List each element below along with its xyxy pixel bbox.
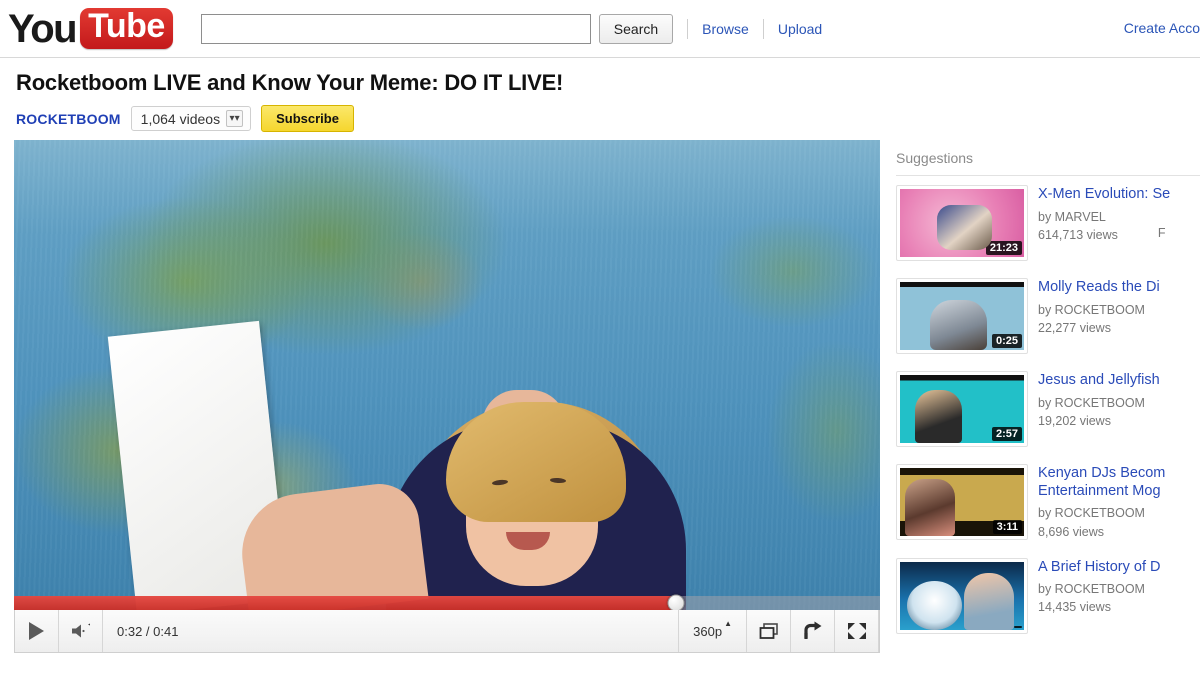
upload-link[interactable]: Upload xyxy=(778,21,822,37)
video-header: Rocketboom LIVE and Know Your Meme: DO I… xyxy=(0,58,1200,132)
thumbnail-image: 0:25 xyxy=(900,282,1024,350)
suggestion-author: by ROCKETBOOM xyxy=(1038,506,1145,521)
presenter-hair-front xyxy=(446,402,626,522)
suggestion-meta: Jesus and Jellyfish by ROCKETBOOM 19,202… xyxy=(1038,371,1160,447)
header-divider-1 xyxy=(687,18,689,39)
suggestion-meta: Kenyan DJs Becom Entertainment Mog by RO… xyxy=(1038,464,1200,541)
thumbnail-image: 21:23 xyxy=(900,189,1024,257)
player-controls: 0:32 / 0:41 360p ▲ xyxy=(14,610,880,653)
logo-you-text: You xyxy=(8,6,78,51)
suggestion-meta: A Brief History of D by ROCKETBOOM 14,43… xyxy=(1038,558,1160,634)
video-thumbnail[interactable] xyxy=(896,557,1028,634)
video-thumbnail[interactable]: 2:57 xyxy=(896,371,1028,447)
suggestion-meta: X-Men Evolution: Se by MARVEL 614,713 vi… xyxy=(1038,185,1170,261)
suggestion-author: by ROCKETBOOM xyxy=(1038,395,1145,410)
suggestions-title: Suggestions xyxy=(896,146,1200,176)
search-button[interactable]: Search xyxy=(598,13,674,44)
suggestion-author: by MARVEL xyxy=(1038,209,1106,224)
suggestion-author: by ROCKETBOOM xyxy=(1038,582,1145,597)
list-item[interactable]: 21:23 X-Men Evolution: Se by MARVEL 614,… xyxy=(896,176,1200,269)
chevron-down-icon[interactable]: ▾▾ xyxy=(226,110,244,127)
subscribe-button[interactable]: Subscribe xyxy=(261,105,354,132)
fullscreen-button[interactable] xyxy=(835,610,879,652)
popout-window-icon xyxy=(759,623,778,639)
suggestion-title-link[interactable]: Jesus and Jellyfish xyxy=(1038,372,1160,390)
video-thumbnail[interactable]: 3:11 xyxy=(896,464,1028,540)
suggestion-extra: F xyxy=(1157,225,1166,240)
share-button[interactable] xyxy=(791,610,835,652)
suggestion-title-link[interactable]: Molly Reads the Di xyxy=(1038,279,1160,297)
volume-icon xyxy=(71,623,90,638)
popout-button[interactable] xyxy=(747,610,791,652)
suggestion-title-link[interactable]: X-Men Evolution: Se xyxy=(1038,186,1170,204)
thumbnail-image: 3:11 xyxy=(900,468,1024,536)
progress-bar-fill xyxy=(14,596,677,610)
site-header: You Tube Search Browse Upload Create Acc… xyxy=(0,0,1200,58)
caret-up-icon: ▲ xyxy=(724,619,732,628)
progress-scrubber-handle[interactable] xyxy=(667,594,685,610)
suggestion-views: 19,202 views xyxy=(1038,413,1111,428)
suggestion-title-link[interactable]: Kenyan DJs Becom Entertainment Mog xyxy=(1038,465,1200,500)
quality-label: 360p xyxy=(693,623,723,639)
suggestion-views: 14,435 views xyxy=(1038,600,1111,615)
list-item[interactable]: 3:11 Kenyan DJs Becom Entertainment Mog … xyxy=(896,455,1200,549)
thumbnail-image: 2:57 xyxy=(900,375,1024,443)
suggestion-meta: Molly Reads the Di by ROCKETBOOM 22,277 … xyxy=(1038,278,1160,354)
suggestion-views: 22,277 views xyxy=(1038,320,1111,335)
header-right-group: Create Acco xyxy=(1124,20,1200,38)
video-thumbnail[interactable]: 0:25 xyxy=(896,278,1028,354)
duration-badge xyxy=(1014,625,1022,628)
video-thumbnail[interactable]: 21:23 xyxy=(896,185,1028,261)
duration-badge: 2:57 xyxy=(991,427,1022,441)
header-divider-2 xyxy=(762,18,764,39)
video-count-label: 1,064 videos xyxy=(140,110,221,127)
suggestion-author: by ROCKETBOOM xyxy=(1038,302,1145,317)
share-arrow-icon xyxy=(803,621,821,639)
duration-badge: 21:23 xyxy=(985,241,1022,255)
list-item[interactable]: A Brief History of D by ROCKETBOOM 14,43… xyxy=(896,549,1200,642)
volume-button[interactable] xyxy=(59,610,103,652)
suggestion-stats: 614,713 views F xyxy=(1038,226,1170,244)
progress-bar[interactable] xyxy=(14,594,880,610)
page-title: Rocketboom LIVE and Know Your Meme: DO I… xyxy=(16,70,564,95)
video-stage[interactable]: WORLD xyxy=(14,140,880,610)
list-item[interactable]: 0:25 Molly Reads the Di by ROCKETBOOM 22… xyxy=(896,269,1200,362)
time-display: 0:32 / 0:41 xyxy=(103,610,680,652)
thumbnail-image xyxy=(900,561,1024,630)
duration-badge: 3:11 xyxy=(992,520,1022,534)
suggestions-panel: Suggestions 21:23 X-Men Evolution: Se by… xyxy=(896,140,1200,653)
channel-row: ROCKETBOOM 1,064 videos ▾▾ Subscribe xyxy=(16,105,1200,132)
channel-name-link[interactable]: ROCKETBOOM xyxy=(16,111,121,127)
video-player[interactable]: WORLD xyxy=(14,140,880,653)
play-icon xyxy=(29,622,44,640)
video-count-dropdown[interactable]: 1,064 videos ▾▾ xyxy=(130,106,252,131)
suggestion-title-link[interactable]: A Brief History of D xyxy=(1038,559,1160,577)
search-input[interactable] xyxy=(200,13,591,44)
logo-tube-text: Tube xyxy=(80,8,173,49)
play-button[interactable] xyxy=(15,610,59,652)
suggestion-views: 8,696 views xyxy=(1038,524,1105,539)
suggestion-views: 614,713 views xyxy=(1038,227,1118,242)
create-account-link[interactable]: Create Acco xyxy=(1124,20,1200,36)
list-item[interactable]: 2:57 Jesus and Jellyfish by ROCKETBOOM 1… xyxy=(896,362,1200,455)
browse-link[interactable]: Browse xyxy=(702,21,749,37)
youtube-logo[interactable]: You Tube xyxy=(8,7,173,51)
quality-selector[interactable]: 360p ▲ xyxy=(679,610,747,652)
fullscreen-icon xyxy=(847,623,866,639)
main-content: WORLD xyxy=(0,140,1200,653)
duration-badge: 0:25 xyxy=(991,334,1022,348)
